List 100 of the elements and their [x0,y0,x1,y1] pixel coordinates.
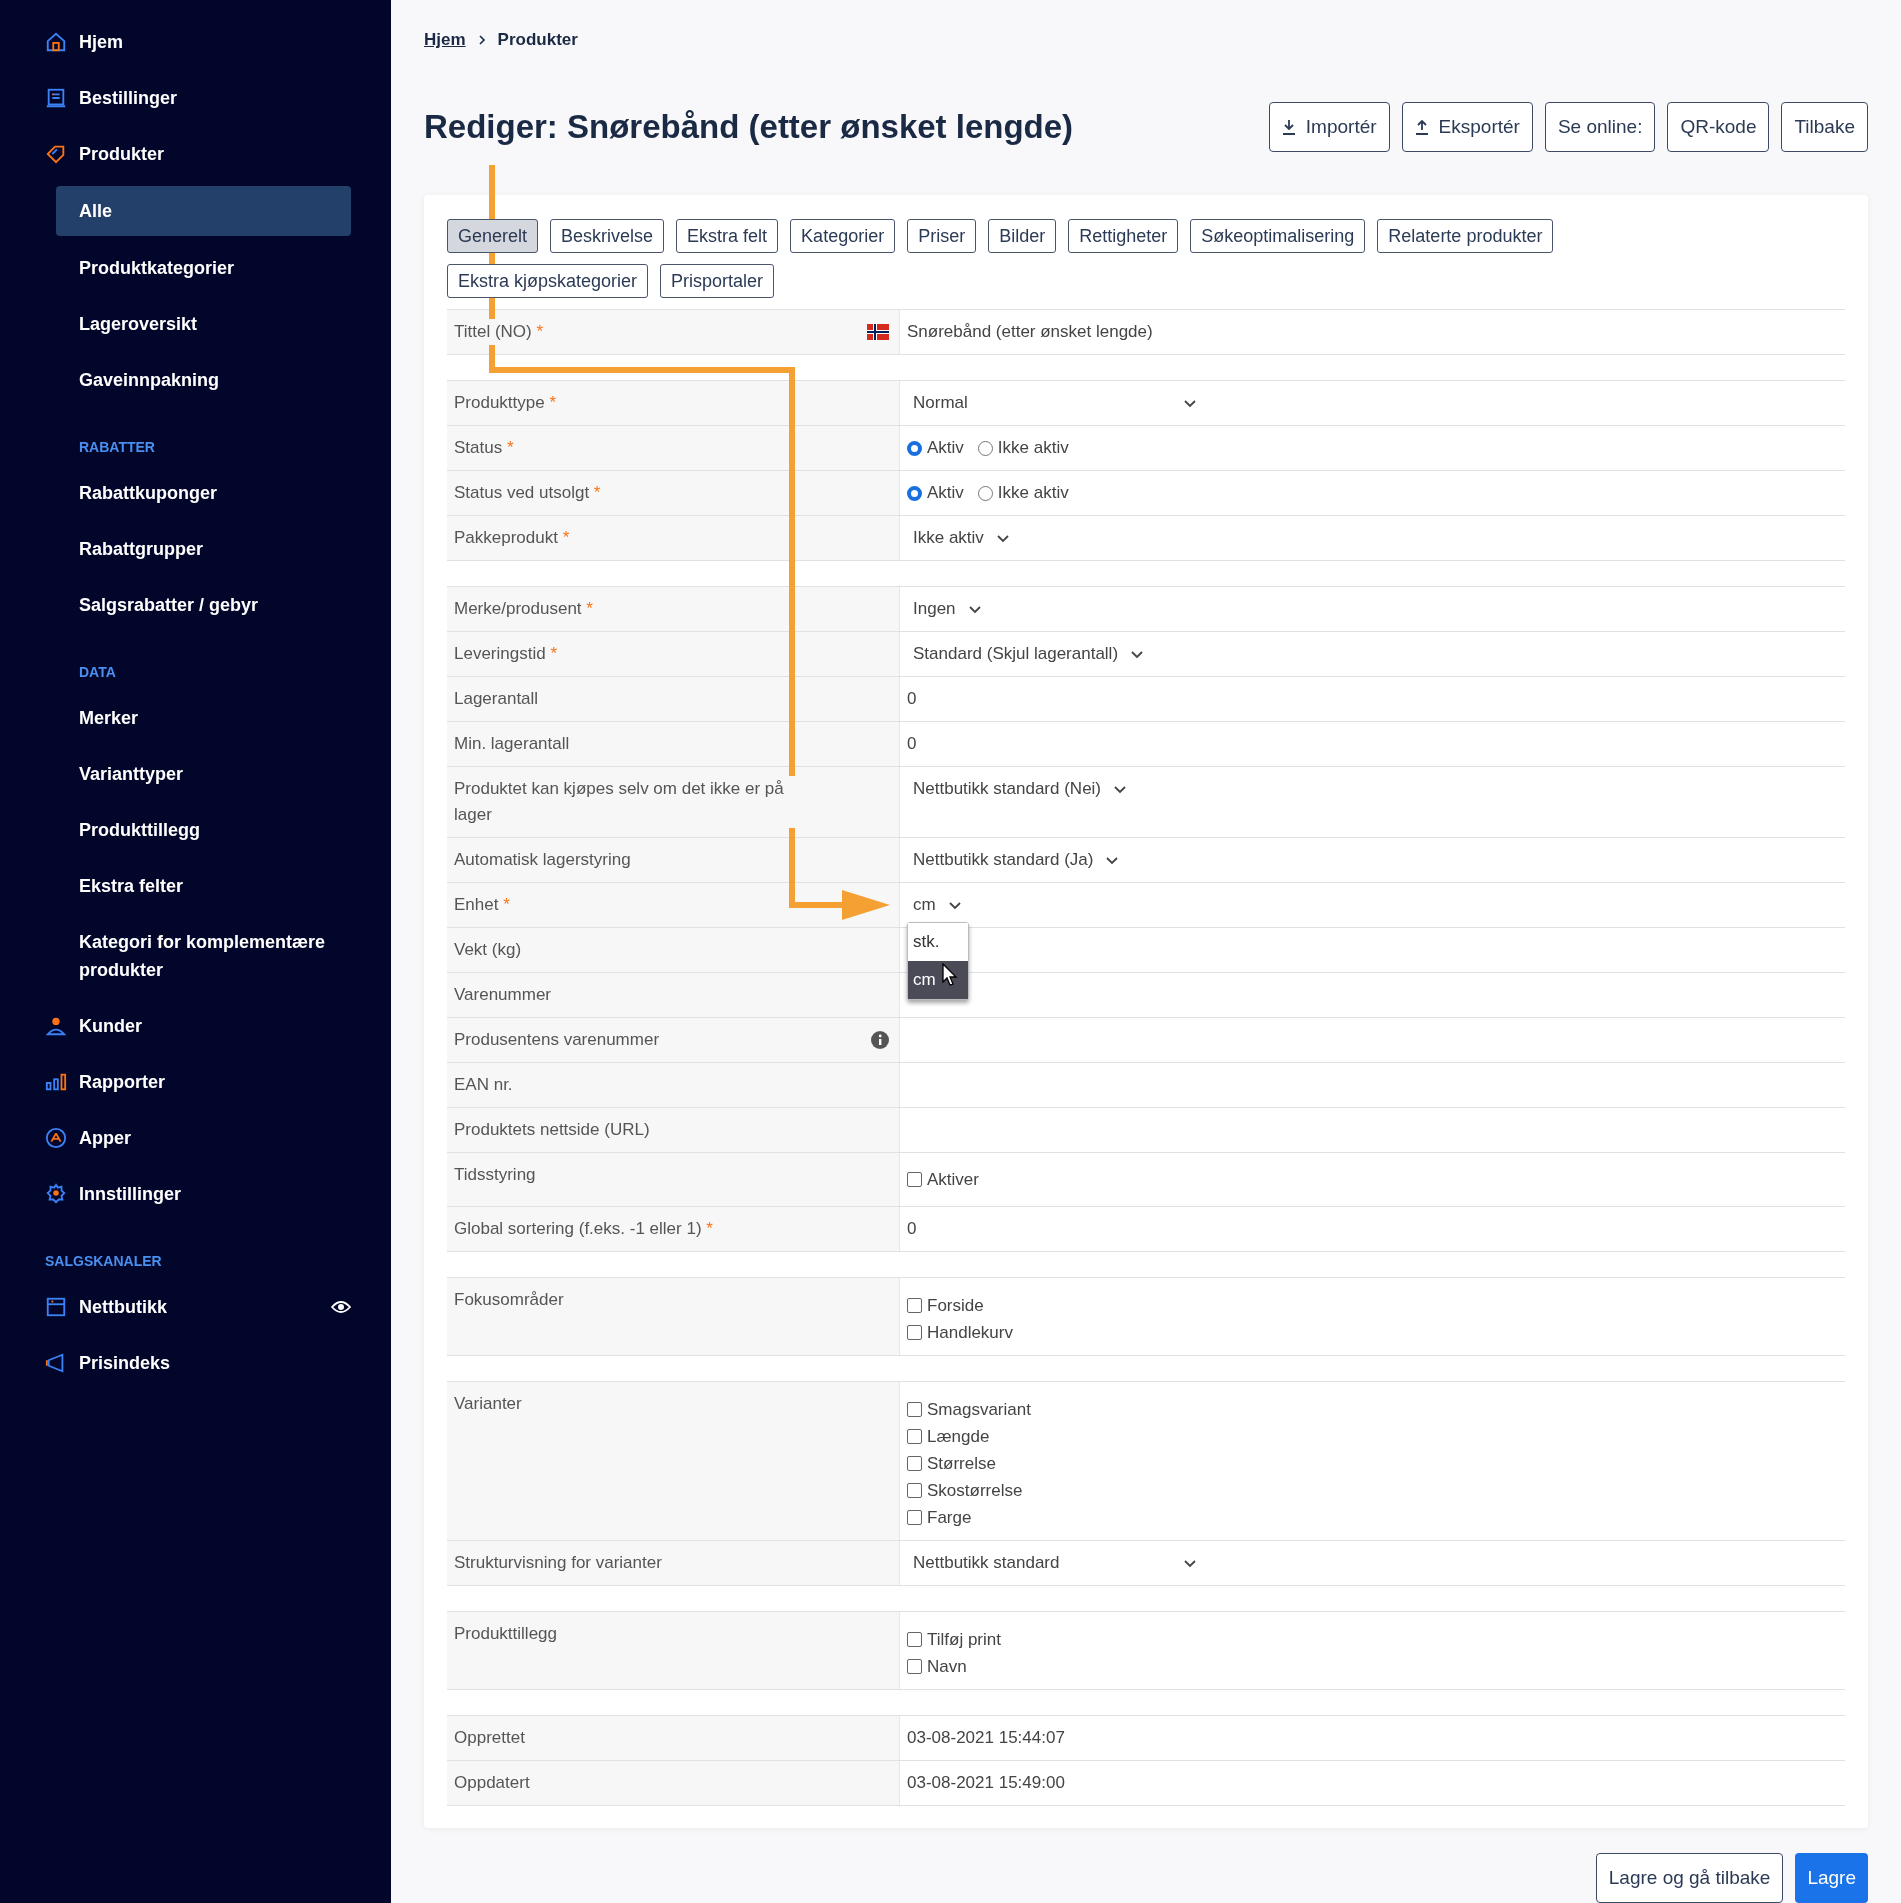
checkbox-label: Smagsvariant [927,1399,1031,1421]
flag-icon [867,324,889,340]
house-icon [45,31,67,53]
chevron-down-icon [1105,855,1120,865]
sidebar-item[interactable]: Kunder [79,1012,351,1040]
header-button[interactable]: Tilbake [1781,102,1868,152]
checkbox[interactable] [907,1510,922,1525]
chevron-down-icon [1183,1558,1197,1568]
gear-icon [45,1183,67,1205]
dropdown-option[interactable]: stk. [908,923,968,961]
breadcrumb-link[interactable]: Hjem [424,26,466,53]
section-heading: RABATTER [79,439,155,455]
tab[interactable]: Kategorier [790,219,896,253]
select-field[interactable]: Nettbutikk standard [907,1550,1197,1576]
radio-button[interactable] [977,440,993,456]
sidebar-item[interactable]: Produkter [79,140,351,168]
checkbox-label: Tilføj print [927,1629,1001,1651]
header-button[interactable]: Importér [1268,102,1390,152]
select-field[interactable]: Ingen [907,596,982,622]
tab[interactable]: Rettigheter [1068,219,1179,253]
radio-button[interactable] [907,485,922,501]
section-heading: DATA [79,664,116,680]
sidebar-item[interactable]: Apper [79,1124,351,1152]
checkbox[interactable] [907,1298,922,1313]
eye-icon[interactable] [331,1300,351,1314]
checkbox-label: Aktiver [927,1169,979,1191]
checkbox[interactable] [907,1325,922,1340]
header-button[interactable]: QR-kode [1667,102,1770,152]
checkbox[interactable] [907,1456,922,1471]
store-icon [45,1296,67,1318]
checkbox[interactable] [907,1632,922,1647]
tab[interactable]: Beskrivelse [550,219,665,253]
field-value: 0 [907,734,917,753]
sidebar-subitem[interactable]: Kategori for komplementære produkter [56,914,351,998]
select-field[interactable]: cm [907,892,962,918]
checkbox[interactable] [907,1172,922,1187]
breadcrumb-current: Produkter [497,28,578,51]
info-icon[interactable] [871,1031,889,1049]
tab[interactable]: Generelt [447,219,539,253]
tab[interactable]: Ekstra felt [676,219,779,253]
field-value: 03-08-2021 15:49:00 [907,1773,1065,1792]
checkbox-label: Handlekurv [927,1322,1013,1344]
sidebar-subitem[interactable]: Rabattkuponger [56,465,351,521]
radio-button[interactable] [977,485,993,501]
sidebar-subitem[interactable]: Rabattgrupper [56,521,351,577]
dropdown-option[interactable]: cm [908,961,968,999]
checkbox-label: Længde [927,1426,990,1448]
sidebar-item[interactable]: Rapporter [79,1068,351,1096]
chevron-down-icon [967,604,982,614]
checkbox[interactable] [907,1483,922,1498]
sidebar-item[interactable]: Bestillinger [79,84,351,112]
sidebar-subitem[interactable]: Produktkategorier [56,240,351,296]
chevron-down-icon [947,900,962,910]
sidebar-subitem[interactable]: Varianttyper [56,746,351,802]
save-and-back-button[interactable]: Lagre og gå tilbake [1595,1853,1784,1903]
tab[interactable]: Søkeoptimalisering [1190,219,1366,253]
checkbox-label: Størrelse [927,1453,996,1475]
tab[interactable]: Ekstra kjøpskategorier [447,264,649,298]
tab[interactable]: Bilder [988,219,1057,253]
chevron-down-icon [995,533,1010,543]
sidebar-subitem[interactable]: Lageroversikt [56,296,351,352]
sidebar-subitem[interactable]: Alle [56,186,351,236]
save-button[interactable]: Lagre [1795,1853,1868,1903]
radio-label: Ikke aktiv [997,437,1069,459]
tag-icon [45,143,67,165]
header-button[interactable]: Eksportér [1401,102,1533,152]
sidebar-subitem[interactable]: Merker [56,690,351,746]
radio-label: Ikke aktiv [997,482,1069,504]
select-field[interactable]: Normal [907,390,1197,416]
sidebar-subitem[interactable]: Salgsrabatter / gebyr [56,577,351,633]
select-field[interactable]: Nettbutikk standard (Ja) [907,847,1120,873]
field-value: 0 [907,1219,917,1238]
checkbox-label: Navn [927,1656,967,1678]
chevron-down-icon [1113,784,1128,794]
select-field[interactable]: Standard (Skjul lagerantall) [907,641,1145,667]
sidebar-subitem[interactable]: Produkttillegg [56,802,351,858]
upload-icon [1414,119,1429,135]
tab[interactable]: Priser [907,219,977,253]
list-icon [45,87,67,109]
checkbox[interactable] [907,1429,922,1444]
sidebar-subitem[interactable]: Ekstra felter [56,858,351,914]
field-value: Snørebånd (etter ønsket lengde) [907,322,1153,341]
checkbox-label: Forside [927,1295,984,1317]
tab[interactable]: Prisportaler [660,264,775,298]
field-value: 0 [907,689,917,708]
tab[interactable]: Relaterte produkter [1377,219,1554,253]
sidebar-item[interactable]: Prisindeks [79,1349,351,1377]
chevron-down-icon [1130,649,1145,659]
sidebar-item[interactable]: Nettbutikk [79,1293,331,1321]
select-field[interactable]: Nettbutikk standard (Nei) [907,776,1128,802]
radio-button[interactable] [907,440,922,456]
header-button[interactable]: Se online: [1544,102,1656,152]
select-field[interactable]: Ikke aktiv [907,525,1010,551]
chevron-right-icon [477,33,486,46]
sidebar-subitem[interactable]: Gaveinnpakning [56,352,351,408]
bar-chart-icon [45,1071,67,1093]
sidebar-item[interactable]: Innstillinger [79,1180,351,1208]
sidebar-item[interactable]: Hjem [79,28,351,56]
checkbox[interactable] [907,1402,922,1417]
checkbox[interactable] [907,1659,922,1674]
